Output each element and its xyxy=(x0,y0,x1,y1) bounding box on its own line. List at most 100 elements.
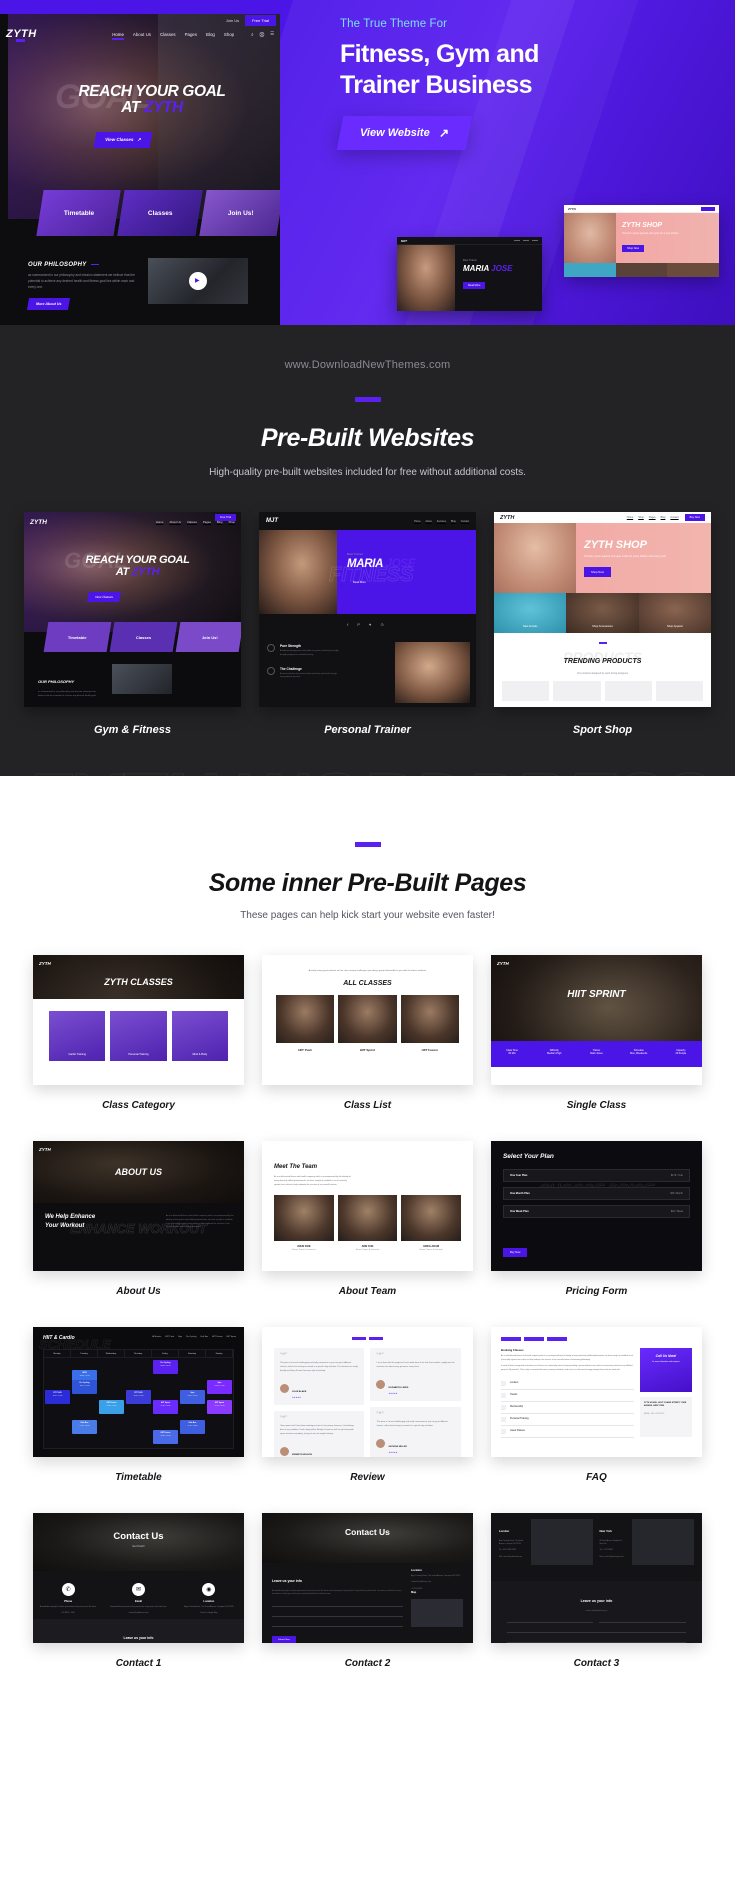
shop-nav-home[interactable]: Home xyxy=(627,516,633,519)
gym-view-classes-button[interactable]: View Classes xyxy=(87,592,121,602)
page-card-timetable[interactable]: SCHEDULE HIIT & Cardio All Events HIIT P… xyxy=(33,1327,244,1457)
tile-classes[interactable]: Classes xyxy=(117,190,203,236)
nav-item-shop[interactable]: Shop xyxy=(224,32,234,37)
page-card-faq[interactable]: Booking Classes As a multi-faceted fitne… xyxy=(490,1327,702,1457)
preview-free-trial-button[interactable]: Free Trial xyxy=(245,14,276,26)
p7-event[interactable]: HIIT Fusion 18:00 - 19:00 xyxy=(153,1429,178,1445)
page-card-about-team[interactable]: Meet The Team As a multi-faceted fitness… xyxy=(261,1141,473,1271)
gym-tiles[interactable]: Timetable Classes Join Us! xyxy=(43,622,241,652)
site-card-shop[interactable]: ZYTH Home Shop Pages Blog Contact Buy No… xyxy=(494,512,711,707)
p1-category-cards[interactable]: Cardio Training Personal Training Mind &… xyxy=(49,1011,228,1061)
p9-acc-item[interactable]: Towels xyxy=(500,1390,634,1402)
p9-accordion[interactable]: Lockers Towels Membership Personal Train… xyxy=(500,1378,634,1438)
gym-logo[interactable]: ZYTH xyxy=(30,519,47,526)
page-card-contact-2[interactable]: Contact Us Leave us your info A wonderfu… xyxy=(261,1513,473,1643)
view-website-button[interactable]: View Website ↗ xyxy=(336,116,473,150)
p7-event[interactable]: HIIT Fusion 12:00 - 13:00 xyxy=(99,1399,124,1415)
p1-card-cardio[interactable]: Cardio Training xyxy=(49,1011,106,1061)
gym-nav-about[interactable]: About Us xyxy=(169,520,181,524)
p7-event[interactable]: Pro Cycling 11:00 - 12:00 xyxy=(72,1379,97,1395)
p11-submit-button[interactable]: Submit Now xyxy=(271,1635,296,1643)
gym-nav-pages[interactable]: Pages xyxy=(203,520,211,524)
hamburger-icon[interactable]: ☰ xyxy=(270,31,274,37)
p7-event[interactable]: Spin 10:00 - 11:00 xyxy=(207,1379,232,1395)
trainer-nav-contact[interactable]: Contact xyxy=(461,520,469,523)
shop-nav-shop[interactable]: Shop xyxy=(638,516,644,519)
page-card-about-us[interactable]: ZYTH ABOUT US ENHANCE WORKOUT We Help En… xyxy=(33,1141,244,1271)
preview-feature-tiles[interactable]: Timetable Classes Join Us! xyxy=(36,190,280,236)
p11-field-subject[interactable] xyxy=(271,1622,403,1627)
mockup-trainer[interactable]: MJT Best Trainer MARIA JOSE Read More xyxy=(397,237,542,311)
nav-item-classes[interactable]: Classes xyxy=(160,32,176,37)
p9-call-card[interactable]: Call Us Now! for more information and enq… xyxy=(639,1348,692,1392)
site-card-trainer[interactable]: MJT Home About Services Blog Contact Bes… xyxy=(259,512,476,707)
tile-timetable[interactable]: Timetable xyxy=(36,190,121,236)
p12-field-subject[interactable] xyxy=(506,1628,686,1633)
page-card-contact-3[interactable]: London Argo Training Street, The Grand A… xyxy=(490,1513,702,1643)
preview-join-link[interactable]: Join Us xyxy=(226,18,239,23)
p12-field-message[interactable] xyxy=(506,1638,686,1643)
mockup-trainer-button[interactable]: Read More xyxy=(463,282,486,289)
cart-icon[interactable]: ⛒ xyxy=(260,32,264,37)
p11-field-email[interactable] xyxy=(271,1612,403,1617)
p7-filter[interactable]: All Events xyxy=(152,1336,161,1338)
nav-item-about[interactable]: About Us xyxy=(133,32,151,37)
p11-map[interactable] xyxy=(410,1599,463,1628)
trainer-logo[interactable]: MJT xyxy=(266,518,278,524)
p6-plan-row[interactable]: One Week Plan $10 / Week xyxy=(502,1205,690,1218)
page-card-class-category[interactable]: ZYTH ZYTH CLASSES Cardio Training Person… xyxy=(33,955,244,1085)
p12-map-newyork[interactable] xyxy=(631,1519,694,1565)
p1-card-mindbody[interactable]: Mind & Body xyxy=(171,1011,228,1061)
p11-field-name[interactable] xyxy=(271,1602,403,1607)
p12-field-email[interactable] xyxy=(599,1618,686,1623)
p7-event[interactable]: Kick Box 17:00 - 18:00 xyxy=(180,1419,205,1435)
gym-free-trial-button[interactable]: Free Trial xyxy=(215,514,236,521)
page-card-pricing-form[interactable]: Select Your Plan CHOOSE PRICE One Year P… xyxy=(490,1141,702,1271)
philosophy-button[interactable]: More About Us xyxy=(26,297,71,310)
p9-acc-item[interactable]: Guest Passes xyxy=(500,1426,634,1438)
page-card-review[interactable]: ❝ This price is fun and challenging and … xyxy=(261,1327,473,1457)
mockup-shop-button[interactable]: Shop Now xyxy=(622,245,644,253)
shop-thumb-apparel[interactable]: Shop Apparel xyxy=(638,593,711,633)
preview-nav-menu[interactable]: Home About Us Classes Pages Blog Shop ⌕ … xyxy=(112,31,274,40)
gym-tile-classes[interactable]: Classes xyxy=(109,622,178,652)
shop-buy-now-button[interactable]: Buy Now xyxy=(684,514,705,521)
philosophy-video-thumb[interactable] xyxy=(148,258,248,304)
p9-tabs[interactable] xyxy=(491,1327,702,1341)
nav-item-blog[interactable]: Blog xyxy=(206,32,215,37)
shop-category-thumbs[interactable]: New Arrivals Shop Accessories Shop Appar… xyxy=(494,593,711,633)
shop-hero-button[interactable]: Shop Now xyxy=(584,566,611,577)
shop-thumb-new[interactable]: New Arrivals xyxy=(494,593,567,633)
preview-view-classes-button[interactable]: View Classes ↗ xyxy=(93,132,153,148)
trainer-nav-home[interactable]: Home xyxy=(414,520,420,523)
gym-nav-classes[interactable]: Classes xyxy=(187,520,197,524)
shop-logo[interactable]: ZYTH xyxy=(500,515,514,521)
tile-join-us[interactable]: Join Us! xyxy=(199,190,280,236)
trainer-nav-services[interactable]: Services xyxy=(437,520,446,523)
p7-event[interactable]: HIIT Sprint 12:00 - 13:00 xyxy=(153,1399,178,1415)
p7-event[interactable]: FIT PLUS 11:00 - 12:00 xyxy=(45,1389,70,1405)
p7-filter[interactable]: Pro Cycling xyxy=(186,1336,196,1338)
p9-acc-item[interactable]: Lockers xyxy=(500,1378,634,1390)
mockup-shop[interactable]: ZYTH ZYTH SHOP Premium sport apparel and… xyxy=(564,205,720,277)
p12-map-london[interactable] xyxy=(531,1519,594,1565)
p7-filter[interactable]: HIIT Fusion xyxy=(212,1336,222,1338)
nav-item-home[interactable]: Home xyxy=(112,32,124,40)
p7-event[interactable]: FIT PLUS 11:00 - 12:00 xyxy=(126,1389,151,1405)
p7-event[interactable]: Spin 11:00 - 12:00 xyxy=(180,1389,205,1405)
shop-nav-contact[interactable]: Contact xyxy=(670,516,678,519)
gym-nav-home[interactable]: Home xyxy=(156,520,163,524)
gym-tile-timetable[interactable]: Timetable xyxy=(43,622,112,652)
p7-event[interactable]: HIIT Sprint 12:00 - 13:00 xyxy=(207,1399,232,1415)
site-card-gym[interactable]: Free Trial ZYTH Home About Us Classes Pa… xyxy=(24,512,241,707)
hero-left-preview[interactable]: Join Us Free Trial ZYTH Home About Us Cl… xyxy=(0,0,280,325)
p7-event[interactable]: Pro Cycling 08:00 - 09:00 xyxy=(153,1359,178,1375)
gym-tile-joinus[interactable]: Join Us! xyxy=(175,622,241,652)
trainer-social-icons[interactable]: f P ♥ ⊙ xyxy=(259,622,476,627)
p7-filter[interactable]: Spin xyxy=(178,1336,182,1338)
p7-filter[interactable]: HIIT Sprint xyxy=(226,1336,236,1338)
search-icon[interactable]: ⌕ xyxy=(251,32,253,37)
preview-nav-icons[interactable]: ⌕ ⛒ ☰ xyxy=(251,31,274,37)
p7-filter[interactable]: Kick Box xyxy=(200,1336,208,1338)
p6-plan-rows[interactable]: One Year Plan $179 / Year One Month Plan $… xyxy=(502,1169,690,1223)
